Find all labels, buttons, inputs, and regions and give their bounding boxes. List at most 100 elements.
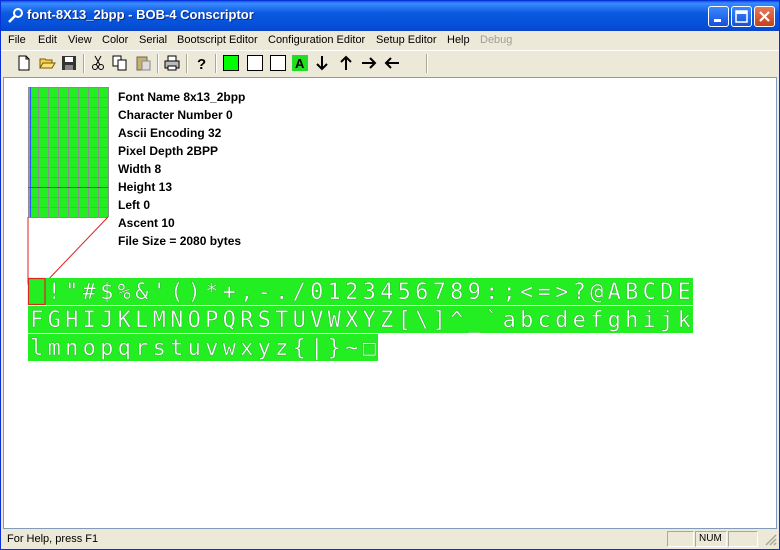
glyph-cell[interactable]: P [205, 308, 219, 333]
glyph-table[interactable]: ! " # $% & '() * +, -./0 1 2 3 4 5 6 7 8 9:; < = >? @ A B C D E F G H… [4, 274, 776, 394]
glyph-cell[interactable]: ~ [345, 336, 359, 361]
arrow-right-icon[interactable] [360, 54, 378, 72]
menu-edit[interactable]: Edit [38, 34, 57, 46]
resize-grip-icon[interactable] [764, 533, 777, 546]
glyph-cell[interactable]: L [135, 308, 149, 333]
glyph-cell[interactable]: I [82, 308, 96, 333]
print-icon[interactable] [163, 54, 181, 72]
glyph-cell[interactable]: n [65, 336, 79, 361]
glyph-cell[interactable]: a [502, 308, 516, 333]
glyph-cell[interactable]: z [275, 336, 289, 361]
glyph-cell[interactable]: 3 [362, 280, 376, 305]
glyph-cell[interactable]: - [257, 280, 271, 305]
glyph-cell[interactable]: f [590, 308, 604, 333]
glyph-cell[interactable]: d [555, 308, 569, 333]
glyph-cell[interactable]: l [30, 336, 44, 361]
menu-file[interactable]: File [8, 34, 26, 46]
glyph-cell[interactable]: 2 [345, 280, 359, 305]
close-button[interactable] [754, 6, 775, 27]
glyph-cell[interactable]: ? [572, 280, 586, 305]
glyph-cell[interactable]: H [65, 308, 79, 333]
copy-icon[interactable] [111, 54, 129, 72]
glyph-cell[interactable]: D [660, 280, 674, 305]
white-color-icon[interactable] [246, 54, 264, 72]
glyph-cell[interactable]: ` [485, 308, 499, 333]
glyph-cell[interactable]: : [485, 280, 499, 305]
glyph-cell[interactable]: + [222, 280, 236, 305]
menu-setup-editor[interactable]: Setup Editor [376, 34, 437, 46]
glyph-cell[interactable]: & [135, 280, 149, 305]
glyph-cell[interactable]: b [520, 308, 534, 333]
menu-serial[interactable]: Serial [139, 34, 167, 46]
glyph-cell[interactable]: F [30, 308, 44, 333]
glyph-cell[interactable]: 7 [432, 280, 446, 305]
glyph-cell[interactable]: N [170, 308, 184, 333]
glyph-cell[interactable]: r [135, 336, 149, 361]
glyph-cell[interactable]: = [537, 280, 551, 305]
glyph-cell[interactable]: y [257, 336, 271, 361]
glyph-cell[interactable]: U [292, 308, 306, 333]
glyph-cell[interactable]: o [82, 336, 96, 361]
glyph-cell[interactable]: B [625, 280, 639, 305]
glyph-cell[interactable]: , [240, 280, 254, 305]
glyph-cell[interactable]: / [292, 280, 306, 305]
glyph-cell[interactable]: x [240, 336, 254, 361]
glyph-cell[interactable]: □ [362, 336, 377, 361]
menu-view[interactable]: View [68, 34, 92, 46]
text-a-icon[interactable]: A [291, 54, 309, 72]
glyph-cell[interactable]: p [100, 336, 114, 361]
glyph-cell[interactable]: 1 [327, 280, 341, 305]
menu-configuration-editor[interactable]: Configuration Editor [268, 34, 365, 46]
glyph-cell[interactable]: 5 [397, 280, 411, 305]
glyph-cell[interactable]: E [677, 280, 691, 305]
glyph-cell[interactable]: J [100, 308, 114, 333]
glyph-cell[interactable]: $ [100, 280, 114, 305]
cut-icon[interactable] [89, 54, 107, 72]
glyph-cell[interactable]: @ [590, 280, 604, 305]
glyph-cell[interactable]: S [257, 308, 271, 333]
help-icon[interactable]: ? [192, 54, 210, 72]
glyph-cell[interactable]: } [327, 336, 341, 361]
glyph-cell[interactable]: Q [222, 308, 236, 333]
glyph-cell[interactable]: K [117, 308, 132, 333]
glyph-cell[interactable]: R [240, 308, 254, 333]
glyph-cell[interactable]: " [65, 280, 79, 305]
glyph-cell[interactable]: % [117, 280, 131, 305]
arrow-down-icon[interactable] [313, 54, 331, 72]
glyph-cell[interactable]: i [642, 308, 656, 333]
glyph-cell[interactable]: W [327, 308, 342, 333]
glyph-cell[interactable]: ( [170, 280, 184, 305]
glyph-cell[interactable]: \ [415, 308, 429, 333]
menu-color[interactable]: Color [102, 34, 128, 46]
glyph-cell[interactable]: s [152, 336, 166, 361]
glyph-cell[interactable]: v [205, 336, 219, 361]
glyph-cell[interactable]: ' [152, 280, 166, 305]
white-color-icon[interactable] [269, 54, 287, 72]
glyph-zoom-grid[interactable] [4, 78, 114, 298]
glyph-cell[interactable]: X [345, 308, 359, 333]
paste-icon[interactable] [134, 54, 152, 72]
menu-bootscript-editor[interactable]: Bootscript Editor [177, 34, 258, 46]
glyph-cell[interactable]: O [187, 308, 201, 333]
minimize-button[interactable] [708, 6, 729, 27]
glyph-cell[interactable]: Y [362, 308, 376, 333]
glyph-cell[interactable]: c [537, 308, 551, 333]
new-icon[interactable] [15, 54, 33, 72]
glyph-cell[interactable]: * [205, 280, 219, 305]
glyph-cell[interactable]: A [607, 280, 621, 305]
glyph-cell[interactable]: > [555, 280, 569, 305]
glyph-cell[interactable]: G [47, 308, 61, 333]
glyph-cell[interactable]: Z [380, 308, 394, 333]
glyph-cell[interactable]: | [310, 336, 324, 361]
glyph-cell[interactable]: m [47, 336, 61, 361]
glyph-cell[interactable]: 6 [415, 280, 429, 305]
glyph-cell[interactable]: { [292, 336, 306, 361]
glyph-cell[interactable]: ; [502, 280, 516, 305]
title-bar[interactable]: font-8X13_2bpp - BOB-4 Conscriptor [1, 1, 779, 31]
glyph-cell[interactable]: k [677, 308, 691, 333]
glyph-cell[interactable]: M [152, 308, 166, 333]
glyph-cell[interactable]: # [82, 280, 97, 305]
maximize-button[interactable] [731, 6, 752, 27]
glyph-cell[interactable]: ) [187, 280, 201, 305]
glyph-cell[interactable]: C [642, 280, 656, 305]
